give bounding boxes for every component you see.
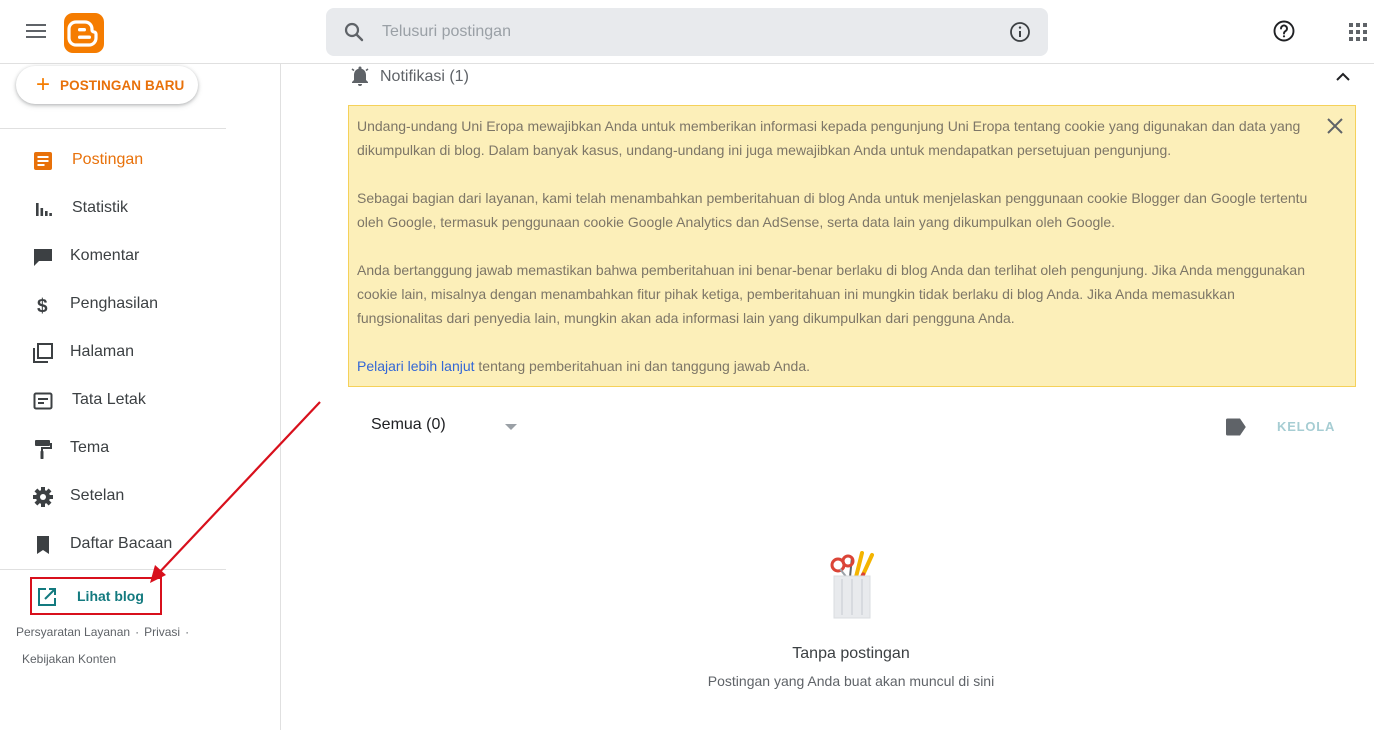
notification-header[interactable]: Notifikasi (1) <box>348 64 1358 90</box>
empty-state-subtitle: Postingan yang Anda buat akan muncul di … <box>707 673 995 689</box>
notice-paragraph: Sebagai bagian dari layanan, kami telah … <box>357 190 1308 230</box>
notice-paragraph: Undang-undang Uni Eropa mewajibkan Anda … <box>357 118 1301 158</box>
cookie-notice-banner: Undang-undang Uni Eropa mewajibkan Anda … <box>348 105 1356 387</box>
sidebar-item-label: Tema <box>70 439 110 456</box>
empty-state-title: Tanpa postingan <box>792 645 910 662</box>
sidebar-item-posts[interactable]: Postingan <box>0 138 260 182</box>
divider <box>0 128 226 129</box>
open-in-new-icon <box>38 588 56 606</box>
new-post-button[interactable]: + POSTINGAN BARU <box>16 66 198 104</box>
learn-more-link[interactable]: Pelajari lebih lanjut <box>357 358 475 374</box>
sidebar-item-pages[interactable]: Halaman <box>0 330 260 374</box>
sidebar-item-reading-list[interactable]: Daftar Bacaan <box>0 522 260 566</box>
dollar-icon: $ <box>37 296 48 316</box>
help-icon[interactable] <box>1272 19 1296 43</box>
notice-learn-more: Pelajari lebih lanjut tentang pemberitah… <box>357 358 811 374</box>
notice-paragraph: Anda bertanggung jawab memastikan bahwa … <box>357 262 1306 326</box>
theme-icon <box>35 440 52 459</box>
sidebar-item-theme[interactable]: Tema <box>0 426 260 470</box>
sidebar-item-label: Daftar Bacaan <box>70 535 173 552</box>
sidebar: + POSTINGAN BARU Postingan Statistik Kom… <box>0 64 281 730</box>
info-icon[interactable] <box>1008 20 1032 44</box>
sidebar-item-label: Postingan <box>72 151 144 168</box>
footer-links-row2: Kebijakan Konten <box>22 652 116 666</box>
manage-button[interactable]: KELOLA <box>1277 419 1335 434</box>
post-filter-dropdown[interactable]: Semua (0) <box>371 416 531 440</box>
filter-label: Semua (0) <box>371 416 446 433</box>
blogger-logo[interactable] <box>64 13 104 53</box>
bell-icon <box>351 66 369 86</box>
view-blog-label: Lihat blog <box>77 588 144 604</box>
content-policy-link[interactable]: Kebijakan Konten <box>22 652 116 666</box>
sidebar-item-label: Statistik <box>72 199 129 216</box>
search-bar <box>326 8 1048 56</box>
pencil-cup-icon <box>830 551 874 619</box>
notification-title: Notifikasi (1) <box>380 68 469 85</box>
svg-text:$: $ <box>37 296 48 316</box>
menu-icon[interactable] <box>24 20 48 44</box>
sidebar-item-label: Tata Letak <box>72 391 146 408</box>
posts-icon <box>34 152 52 170</box>
pages-icon <box>33 343 53 363</box>
sidebar-item-layout[interactable]: Tata Letak <box>0 378 260 422</box>
stats-icon <box>36 203 52 216</box>
comment-icon <box>34 249 52 266</box>
chevron-up-icon[interactable] <box>1332 66 1354 88</box>
search-icon[interactable] <box>342 20 366 44</box>
sidebar-item-label: Setelan <box>70 487 125 504</box>
new-post-label: POSTINGAN BARU <box>60 78 185 93</box>
sidebar-item-comments[interactable]: Komentar <box>0 234 260 278</box>
apps-icon[interactable] <box>1346 20 1370 44</box>
gear-icon <box>33 487 53 507</box>
sidebar-item-label: Penghasilan <box>70 295 159 312</box>
terms-link[interactable]: Persyaratan Layanan <box>16 625 130 639</box>
sidebar-item-earnings[interactable]: $ Penghasilan <box>0 282 260 326</box>
bookmark-icon <box>37 536 49 554</box>
footer-links-row1: Persyaratan Layanan · Privasi · <box>16 625 190 639</box>
sidebar-item-stats[interactable]: Statistik <box>0 186 260 230</box>
sidebar-item-label: Halaman <box>70 343 135 360</box>
layout-icon <box>33 392 53 410</box>
privacy-link[interactable]: Privasi <box>144 625 180 639</box>
search-input[interactable] <box>382 8 982 56</box>
view-blog-button[interactable]: Lihat blog <box>30 577 162 615</box>
top-app-bar <box>0 0 1374 64</box>
plus-icon: + <box>36 71 51 98</box>
sidebar-item-label: Komentar <box>70 247 140 264</box>
dropdown-arrow-icon <box>505 424 517 430</box>
sidebar-item-settings[interactable]: Setelan <box>0 474 260 518</box>
label-icon[interactable] <box>1225 418 1247 436</box>
divider <box>0 569 226 570</box>
close-icon[interactable] <box>1325 116 1345 136</box>
